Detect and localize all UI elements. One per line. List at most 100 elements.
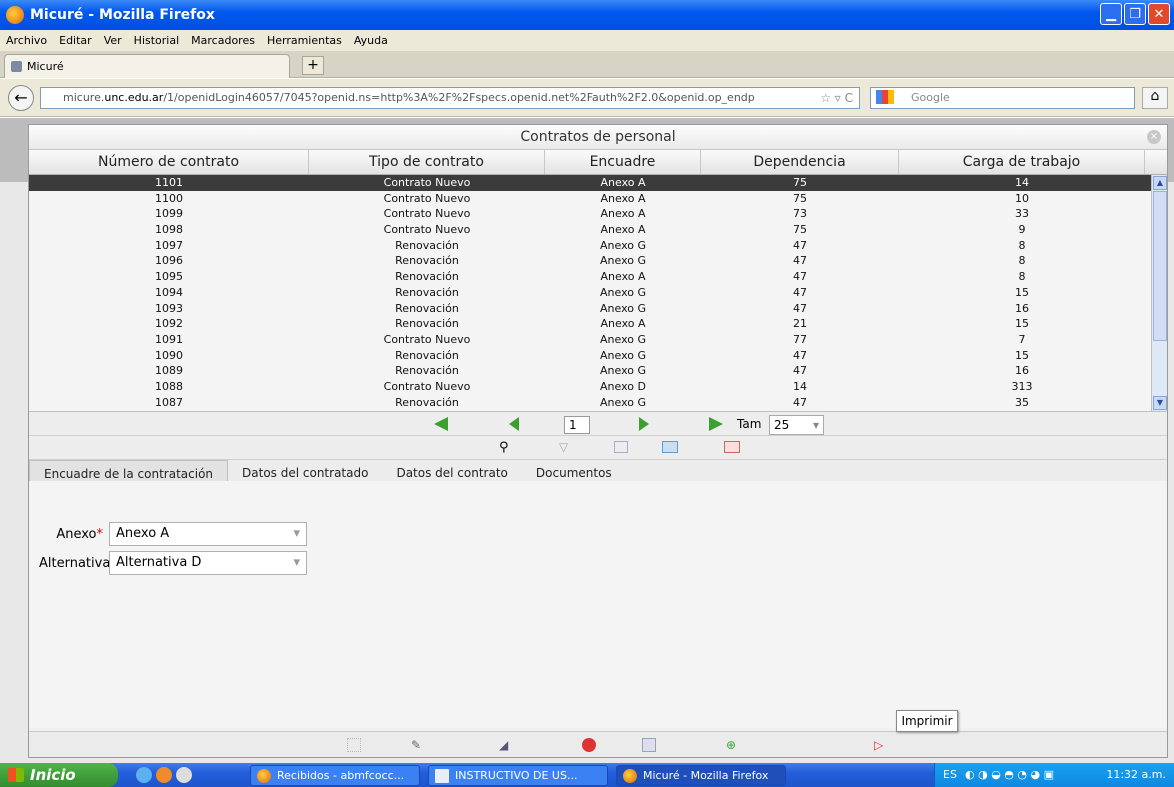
table-cell: 1090 — [155, 348, 183, 362]
browser-tab[interactable]: Micuré — [4, 54, 290, 78]
url-domain: unc.edu.ar — [104, 91, 164, 104]
list-icon[interactable] — [642, 738, 656, 752]
table-cell: 1098 — [155, 223, 183, 237]
col-dependencia[interactable]: Dependencia — [701, 150, 899, 174]
app-quicklaunch-icon[interactable] — [176, 767, 192, 783]
google-icon[interactable] — [876, 90, 894, 104]
table-row[interactable]: 1100 Contrato Nuevo Anexo A 75 10 — [29, 191, 1167, 207]
close-window-button[interactable]: ✕ — [1148, 3, 1170, 25]
table-row[interactable]: 1094 Renovación Anexo G 47 15 — [29, 285, 1167, 301]
table-row[interactable]: 1099 Contrato Nuevo Anexo A 73 33 — [29, 206, 1167, 222]
browser-tab-strip: Micuré + — [0, 51, 1174, 78]
prev-page-icon[interactable] — [509, 417, 519, 431]
table-cell: Anexo D — [600, 379, 646, 393]
first-page-icon[interactable] — [434, 417, 448, 431]
table-row[interactable]: 1090 Renovación Anexo G 47 15 — [29, 348, 1167, 364]
menu-editar[interactable]: Editar — [59, 34, 92, 47]
lang-indicator[interactable]: ES — [943, 763, 957, 787]
table-cell: Anexo A — [600, 176, 646, 189]
table-cell: 15 — [1015, 285, 1029, 299]
browser-tab-label: Micuré — [27, 60, 64, 73]
search-input[interactable]: Google — [870, 87, 1135, 109]
grid-view-icon[interactable] — [347, 738, 361, 752]
page-content: Contratos de personal × Número de contra… — [0, 118, 1174, 763]
system-tray: ES ◐ ◑ ◒ ◓ ◔ ◕ ▣ 11:32 a.m. — [934, 763, 1174, 787]
table-row[interactable]: 1095 Renovación Anexo A 47 8 — [29, 269, 1167, 285]
table-cell: 16 — [1015, 364, 1029, 378]
table-cell: Anexo G — [600, 301, 646, 315]
table-cell: Contrato Nuevo — [383, 207, 471, 221]
new-tab-button[interactable]: + — [302, 56, 324, 75]
close-dialog-icon[interactable]: × — [1147, 130, 1161, 144]
taskbar-btn-instructivo[interactable]: INSTRUCTIVO DE US... — [428, 765, 608, 786]
taskbar-btn-firefox[interactable]: Micuré - Mozilla Firefox — [616, 765, 786, 786]
last-page-icon[interactable] — [709, 417, 723, 431]
grid-scrollbar[interactable]: ▲ ▼ — [1151, 175, 1167, 411]
menu-marcadores[interactable]: Marcadores — [191, 34, 255, 47]
table-row[interactable]: 1092 Renovación Anexo A 21 15 — [29, 316, 1167, 332]
cancel-icon[interactable] — [582, 738, 596, 752]
table-cell: Anexo G — [600, 348, 646, 362]
tray-icons[interactable]: ◐ ◑ ◒ ◓ ◔ ◕ ▣ — [965, 763, 1054, 787]
table-cell: Renovación — [395, 364, 459, 378]
col-numero-contrato[interactable]: Número de contrato — [29, 150, 309, 174]
home-button[interactable]: ⌂ — [1142, 87, 1168, 109]
menu-ayuda[interactable]: Ayuda — [354, 34, 388, 47]
add-user-icon[interactable]: ⊕ — [726, 738, 740, 752]
table-row[interactable]: 1087 Renovación Anexo G 47 35 — [29, 395, 1167, 411]
anexo-select[interactable]: Anexo A — [109, 522, 307, 546]
delete-grid-icon[interactable] — [724, 441, 740, 453]
table-cell: 8 — [1018, 238, 1026, 252]
table-cell: Renovación — [395, 270, 459, 284]
table-cell: Anexo A — [600, 223, 646, 237]
next-page-icon[interactable] — [639, 417, 649, 431]
scroll-down-icon[interactable]: ▼ — [1153, 396, 1167, 410]
add-grid-icon[interactable] — [662, 441, 678, 453]
scroll-up-icon[interactable]: ▲ — [1153, 176, 1167, 190]
scroll-thumb[interactable] — [1153, 191, 1167, 341]
col-tipo-contrato[interactable]: Tipo de contrato — [309, 150, 545, 174]
menu-historial[interactable]: Historial — [134, 34, 179, 47]
columns-icon[interactable] — [614, 441, 628, 453]
table-row[interactable]: 1091 Contrato Nuevo Anexo G 77 7 — [29, 332, 1167, 348]
table-cell: 7 — [1018, 332, 1026, 346]
back-button[interactable]: ← — [8, 85, 34, 111]
firefox-quicklaunch-icon[interactable] — [156, 767, 172, 783]
col-encuadre[interactable]: Encuadre — [545, 150, 701, 174]
menu-herramientas[interactable]: Herramientas — [267, 34, 342, 47]
menu-archivo[interactable]: Archivo — [6, 34, 47, 47]
minimize-button[interactable]: ▁ — [1100, 3, 1122, 25]
print-pdf-icon[interactable]: ▷ — [874, 738, 888, 752]
table-row[interactable]: 1096 Renovación Anexo G 47 8 — [29, 253, 1167, 269]
col-carga-trabajo[interactable]: Carga de trabajo — [899, 150, 1145, 174]
table-cell: 1101 — [155, 176, 183, 189]
table-row[interactable]: 1101 Contrato Nuevo Anexo A 75 14 — [29, 175, 1167, 191]
alternativa-select[interactable]: Alternativa D — [109, 551, 307, 575]
edit-pencil-icon[interactable]: ✎ — [411, 738, 425, 752]
table-cell: Anexo A — [600, 270, 646, 284]
bookmark-star-icon[interactable]: ☆ ▿ C — [820, 91, 853, 105]
page-size-select[interactable]: 25 — [769, 415, 824, 435]
search-binoculars-icon[interactable]: ⚲ — [499, 440, 509, 455]
table-row[interactable]: 1093 Renovación Anexo G 47 16 — [29, 301, 1167, 317]
page-number-input[interactable]: 1 — [564, 416, 590, 434]
table-row[interactable]: 1089 Renovación Anexo G 47 16 — [29, 363, 1167, 379]
table-cell: 1093 — [155, 301, 183, 315]
table-cell: 1099 — [155, 207, 183, 221]
start-button[interactable]: Inicio — [0, 763, 118, 787]
url-bar[interactable]: micure.unc.edu.ar/1/openidLogin46057/704… — [40, 87, 860, 109]
table-row[interactable]: 1098 Contrato Nuevo Anexo A 75 9 — [29, 222, 1167, 238]
table-cell: 75 — [793, 176, 807, 189]
maximize-button[interactable]: ❐ — [1124, 3, 1146, 25]
taskbar-btn-recibidos[interactable]: Recibidos - abmfcocc... — [250, 765, 420, 786]
menu-ver[interactable]: Ver — [104, 34, 122, 47]
table-row[interactable]: 1088 Contrato Nuevo Anexo D 14 313 — [29, 379, 1167, 395]
table-cell: Anexo G — [600, 364, 646, 378]
table-row[interactable]: 1097 Renovación Anexo G 47 8 — [29, 238, 1167, 254]
filter-icon[interactable]: ▽ — [559, 440, 568, 454]
sign-icon[interactable]: ◢ — [499, 738, 513, 752]
ie-icon[interactable] — [136, 767, 152, 783]
table-cell: 75 — [793, 223, 807, 237]
grid-toolbar: ⚲ ▽ — [29, 436, 1167, 460]
table-cell: 73 — [793, 207, 807, 221]
